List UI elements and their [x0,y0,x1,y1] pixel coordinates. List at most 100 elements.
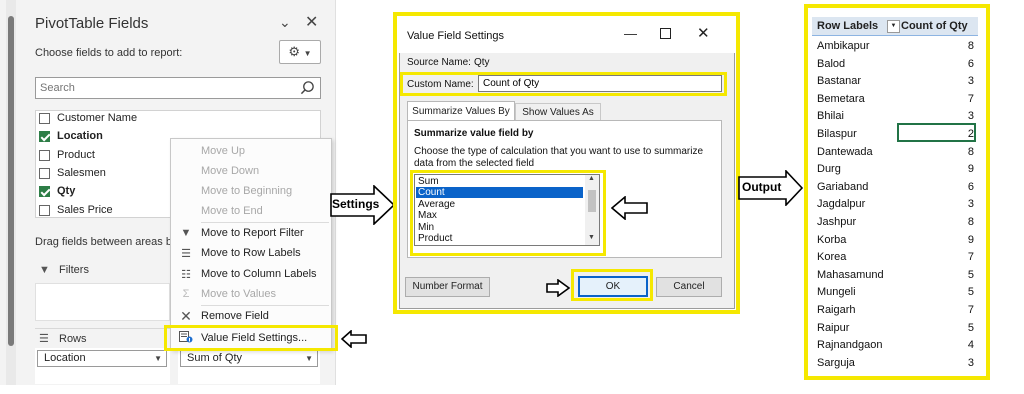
pivot-row[interactable]: Korba 9 [812,232,978,250]
row-label-cell[interactable]: Bilaspur [817,128,857,140]
count-cell[interactable]: 3 [968,110,974,122]
field-checkbox[interactable] [39,149,50,161]
menu-item-move-to-end[interactable]: Move to End [171,201,331,221]
menu-item-move-to-values[interactable]: Σ Move to Values [171,284,331,304]
field-layout-button[interactable]: ⚙ ▼ [279,40,321,64]
row-label-cell[interactable]: Bemetara [817,93,865,105]
function-option[interactable]: Min [416,222,583,233]
field-item-sales-price[interactable]: Sales Price [39,202,113,217]
pivot-row[interactable]: Jagdalpur 3 [812,196,978,214]
field-checkbox[interactable] [39,130,50,142]
function-option[interactable]: Average [416,199,583,210]
row-label-cell[interactable]: Dantewada [817,146,873,158]
count-cell[interactable]: 7 [968,251,974,263]
row-label-cell[interactable]: Sarguja [817,357,855,369]
pivot-row[interactable]: Mungeli 5 [812,284,978,302]
function-option-selected[interactable]: Count [416,187,583,198]
chevron-down-icon[interactable]: ▼ [154,351,162,366]
pivot-row[interactable]: Durg 9 [812,161,978,179]
pivot-row[interactable]: Raipur 5 [812,320,978,338]
field-checkbox[interactable] [39,167,50,179]
menu-item-move-to-column-labels[interactable]: ☷ Move to Column Labels [171,264,331,284]
row-labels-header[interactable]: Row Labels [817,20,878,32]
scroll-up-icon[interactable]: ▲ [588,175,595,182]
function-option[interactable]: Max [416,210,583,221]
menu-item-move-to-row-labels[interactable]: ☰ Move to Row Labels [171,243,331,263]
row-label-cell[interactable]: Balod [817,58,845,70]
maximize-icon[interactable] [660,28,671,39]
function-option[interactable]: Product [416,233,583,244]
rows-drop-area[interactable]: Location ▼ [35,348,170,384]
minimize-icon[interactable]: — [624,26,637,41]
count-cell[interactable]: 8 [968,40,974,52]
pivot-row[interactable]: Gariaband 6 [812,179,978,197]
field-search-input[interactable] [36,78,286,98]
chevron-down-icon[interactable]: ▼ [305,351,313,366]
pane-scrollbar-thumb[interactable] [8,16,14,346]
count-of-qty-header[interactable]: Count of Qty [901,20,968,32]
scroll-down-icon[interactable]: ▼ [588,234,595,241]
menu-item-remove-field[interactable]: ✕ Remove Field [171,306,331,326]
menu-item-move-up[interactable]: Move Up [171,141,331,161]
count-cell[interactable]: 8 [968,216,974,228]
pivot-row[interactable]: Ambikapur 8 [812,38,978,56]
row-label-cell[interactable]: Korba [817,234,846,246]
close-icon[interactable]: ✕ [697,24,710,42]
number-format-button[interactable]: Number Format [405,277,490,297]
row-label-cell[interactable]: Bastanar [817,75,861,87]
pivot-row[interactable]: Bastanar 3 [812,73,978,91]
search-icon[interactable] [300,80,315,95]
row-label-cell[interactable]: Mungeli [817,286,856,298]
custom-name-field[interactable] [478,75,722,92]
field-item-qty[interactable]: Qty [39,183,75,199]
cancel-button[interactable]: Cancel [656,277,722,297]
row-label-cell[interactable]: Gariaband [817,181,868,193]
custom-name-input[interactable] [479,76,719,91]
function-listbox[interactable]: Sum Count Average Max Min Product [414,174,600,246]
field-checkbox[interactable] [39,204,50,216]
filters-drop-area[interactable] [35,283,170,321]
count-cell[interactable]: 5 [968,269,974,281]
pivot-row[interactable]: Mahasamund 5 [812,267,978,285]
ok-button[interactable]: OK [578,276,648,297]
pivot-row[interactable]: Korea 7 [812,249,978,267]
count-cell[interactable]: 3 [968,357,974,369]
tab-show-values-as[interactable]: Show Values As [515,103,601,121]
filter-dropdown-icon[interactable]: ▼ [887,20,900,33]
field-checkbox[interactable] [39,112,50,124]
count-cell[interactable]: 6 [968,181,974,193]
values-field-chip[interactable]: Sum of Qty ▼ [180,350,318,367]
pivot-row[interactable]: Bemetara 7 [812,91,978,109]
row-label-cell[interactable]: Durg [817,163,841,175]
field-item-product[interactable]: Product [39,147,95,163]
listbox-scrollbar-thumb[interactable] [588,190,596,212]
field-item-customer-name[interactable]: Customer Name [39,111,137,126]
menu-item-move-to-beginning[interactable]: Move to Beginning [171,181,331,201]
pivot-row[interactable]: Dantewada 8 [812,144,978,162]
count-cell[interactable]: 8 [968,146,974,158]
count-cell[interactable]: 5 [968,322,974,334]
count-cell[interactable]: 4 [968,339,974,351]
row-label-cell[interactable]: Jagdalpur [817,198,865,210]
count-cell[interactable]: 7 [968,93,974,105]
pivot-row[interactable]: Balod 6 [812,56,978,74]
close-icon[interactable]: ✕ [305,12,318,32]
menu-item-move-down[interactable]: Move Down [171,161,331,181]
field-item-salesmen[interactable]: Salesmen [39,165,106,181]
count-cell[interactable]: 9 [968,163,974,175]
rows-field-chip[interactable]: Location ▼ [37,350,167,367]
row-label-cell[interactable]: Raigarh [817,304,856,316]
function-option[interactable]: Sum [416,176,583,187]
row-label-cell[interactable]: Rajnandgaon [817,339,882,351]
pivot-row[interactable]: Sarguja 3 [812,355,978,371]
field-search-box[interactable] [35,77,321,99]
pivot-row[interactable]: Jashpur 8 [812,214,978,232]
pivot-row[interactable]: Rajnandgaon 4 [812,337,978,355]
row-label-cell[interactable]: Mahasamund [817,269,884,281]
count-cell[interactable]: 6 [968,58,974,70]
count-cell[interactable]: 9 [968,234,974,246]
count-cell[interactable]: 3 [968,75,974,87]
tab-summarize-values-by[interactable]: Summarize Values By [407,101,515,121]
count-cell[interactable]: 5 [968,286,974,298]
field-item-location[interactable]: Location [39,128,103,144]
